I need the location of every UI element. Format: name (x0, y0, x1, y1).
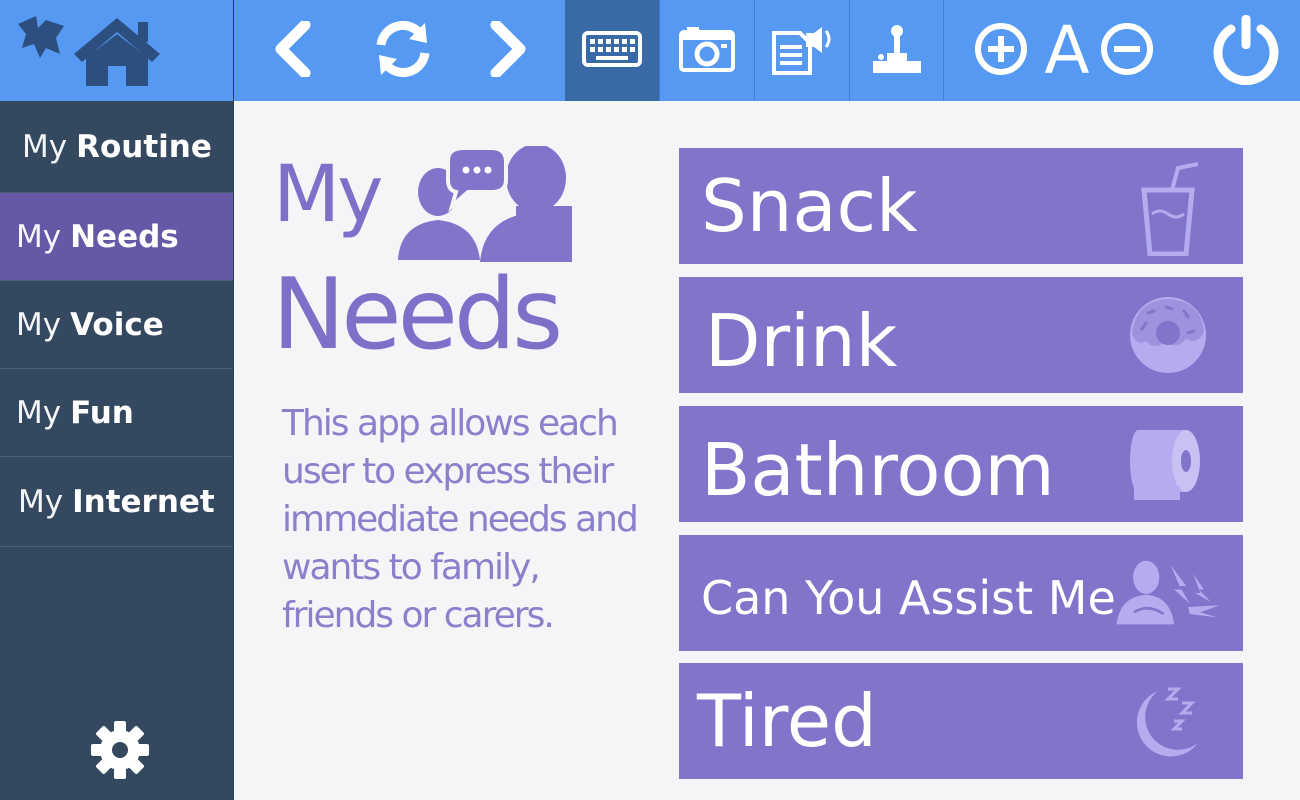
top-toolbar: A (0, 0, 1300, 101)
sidebar-item-internet[interactable]: My Internet (0, 457, 233, 547)
need-button-bathroom[interactable]: Bathroom (679, 406, 1243, 522)
font-size-label: A (1036, 0, 1098, 101)
sidebar-item-needs[interactable]: My Needs (0, 193, 233, 281)
refresh-button[interactable] (360, 0, 446, 101)
keyboard-button[interactable] (565, 0, 659, 101)
need-button-drink[interactable]: Drink (679, 277, 1243, 393)
power-icon (1211, 13, 1281, 89)
back-button[interactable] (250, 0, 336, 101)
need-label: Tired (697, 679, 877, 763)
sidebar-item-prefix: My (16, 218, 62, 255)
settings-gear-icon[interactable] (89, 719, 151, 785)
need-label: Drink (705, 299, 898, 383)
sidebar: My Routine My Needs My Voice My Fun My I… (0, 101, 233, 800)
butterfly-logo-icon (16, 14, 66, 66)
sidebar-item-prefix: My (16, 306, 62, 343)
need-button-assist[interactable]: Can You Assist Me (679, 535, 1243, 651)
power-button[interactable] (1206, 0, 1286, 101)
sidebar-item-prefix: My (18, 483, 64, 520)
sidebar-item-prefix: My (16, 394, 62, 431)
zoom-out-icon (1100, 22, 1154, 80)
sidebar-item-label: Fun (70, 394, 134, 431)
zoom-in-button[interactable] (970, 0, 1032, 101)
app-description: This app allows each user to express the… (282, 403, 639, 636)
donut-icon (1113, 277, 1223, 393)
zoom-in-icon (974, 22, 1028, 80)
text-to-speech-icon (770, 23, 834, 79)
sidebar-item-fun[interactable]: My Fun (0, 369, 233, 457)
need-label: Bathroom (701, 428, 1055, 512)
font-size-icon: A (1044, 11, 1090, 89)
zoom-out-button[interactable] (1096, 0, 1158, 101)
camera-icon (679, 26, 735, 76)
sidebar-item-label: Needs (70, 218, 179, 255)
page-title-line2: Needs (272, 258, 563, 372)
sidebar-item-label: Voice (70, 306, 164, 343)
sidebar-item-label: Internet (72, 483, 215, 520)
need-button-tired[interactable]: Tired (679, 663, 1243, 779)
refresh-icon (373, 19, 433, 83)
toilet-paper-icon (1113, 406, 1223, 522)
joystick-icon (871, 23, 923, 79)
page-title-line1: My (273, 150, 383, 240)
sidebar-item-prefix: My (22, 128, 68, 165)
moon-sleep-icon (1113, 663, 1223, 779)
joystick-button[interactable] (850, 0, 944, 101)
camera-button[interactable] (660, 0, 754, 101)
sidebar-item-label: Routine (76, 128, 212, 165)
back-icon (273, 19, 313, 81)
people-talking-icon (396, 144, 576, 268)
need-label: Snack (701, 164, 918, 248)
text-to-speech-button[interactable] (755, 0, 849, 101)
person-pain-icon (1113, 535, 1223, 651)
forward-button[interactable] (465, 0, 551, 101)
home-icon[interactable] (72, 14, 162, 90)
drink-cup-icon (1113, 148, 1223, 264)
sidebar-item-voice[interactable]: My Voice (0, 281, 233, 369)
keyboard-icon (582, 30, 642, 71)
forward-icon (488, 19, 528, 81)
sidebar-item-routine[interactable]: My Routine (0, 101, 233, 193)
need-label: Can You Assist Me (701, 571, 1116, 625)
home-area (0, 0, 233, 101)
need-button-snack[interactable]: Snack (679, 148, 1243, 264)
